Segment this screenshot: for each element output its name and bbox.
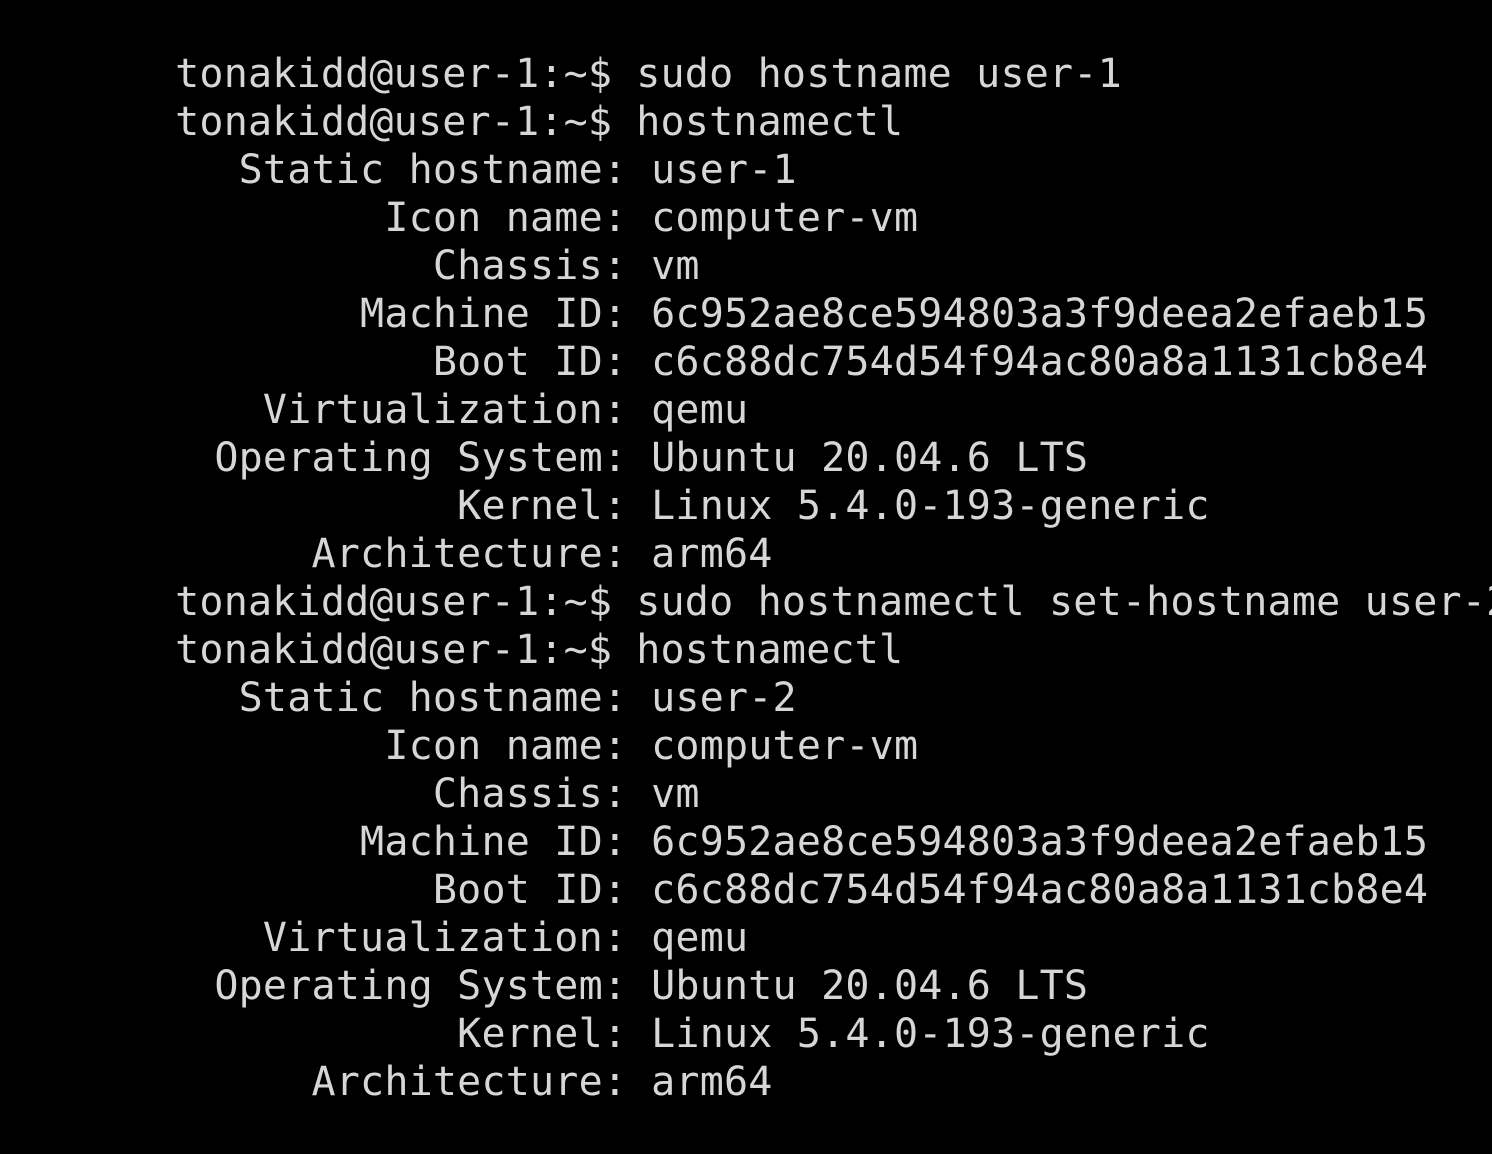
output-value: vm (651, 771, 700, 817)
output-label: Static hostname: (238, 147, 628, 193)
output-value: Ubuntu 20.04.6 LTS (651, 435, 1089, 481)
output-label: Icon name: (384, 195, 628, 241)
output-label: Virtualization: (262, 915, 628, 961)
output-value: arm64 (651, 1059, 773, 1105)
output-label: Architecture: (311, 1059, 628, 1105)
output-value: vm (651, 243, 700, 289)
shell-prompt: tonakidd@user-1:~$ (175, 99, 613, 145)
shell-prompt: tonakidd@user-1:~$ (175, 579, 613, 625)
command-line: tonakidd@user-1:~$ sudo hostname user-1 (78, 2, 1492, 97)
output-value: Linux 5.4.0-193-generic (651, 1011, 1210, 1057)
output-label: Operating System: (214, 435, 628, 481)
output-value: Linux 5.4.0-193-generic (651, 483, 1210, 529)
output-value: 6c952ae8ce594803a3f9deea2efaeb15 (651, 291, 1429, 337)
shell-prompt: tonakidd@user-1:~$ (175, 627, 613, 673)
output-label: Operating System: (214, 963, 628, 1009)
output-label: Virtualization: (262, 387, 628, 433)
output-label: Boot ID: (432, 867, 628, 913)
output-value: c6c88dc754d54f94ac80a8a1131cb8e4 (651, 339, 1429, 385)
output-label: Icon name: (384, 723, 628, 769)
terminal-window[interactable]: tonakidd@user-1:~$ sudo hostname user-1 t… (0, 0, 1492, 1105)
output-value: 6c952ae8ce594803a3f9deea2efaeb15 (651, 819, 1429, 865)
output-value: user-2 (651, 675, 797, 721)
command-text: hostnamectl (636, 99, 904, 145)
output-label: Static hostname: (238, 675, 628, 721)
output-label: Kernel: (457, 483, 628, 529)
output-label: Chassis: (432, 243, 628, 289)
output-value: user-1 (651, 147, 797, 193)
output-value: computer-vm (651, 195, 919, 241)
command-text: sudo hostname user-1 (636, 51, 1122, 97)
output-label: Kernel: (457, 1011, 628, 1057)
output-value: qemu (651, 387, 749, 433)
output-label: Architecture: (311, 531, 628, 577)
output-label: Chassis: (432, 771, 628, 817)
output-label: Machine ID: (360, 291, 628, 337)
output-value: qemu (651, 915, 749, 961)
output-label: Machine ID: (360, 819, 628, 865)
shell-prompt: tonakidd@user-1:~$ (175, 51, 613, 97)
output-value: computer-vm (651, 723, 919, 769)
output-value: Ubuntu 20.04.6 LTS (651, 963, 1089, 1009)
output-value: arm64 (651, 531, 773, 577)
command-text: hostnamectl (636, 627, 904, 673)
output-label: Boot ID: (432, 339, 628, 385)
command-text: sudo hostnamectl set-hostname user-2 (636, 579, 1492, 625)
output-value: c6c88dc754d54f94ac80a8a1131cb8e4 (651, 867, 1429, 913)
